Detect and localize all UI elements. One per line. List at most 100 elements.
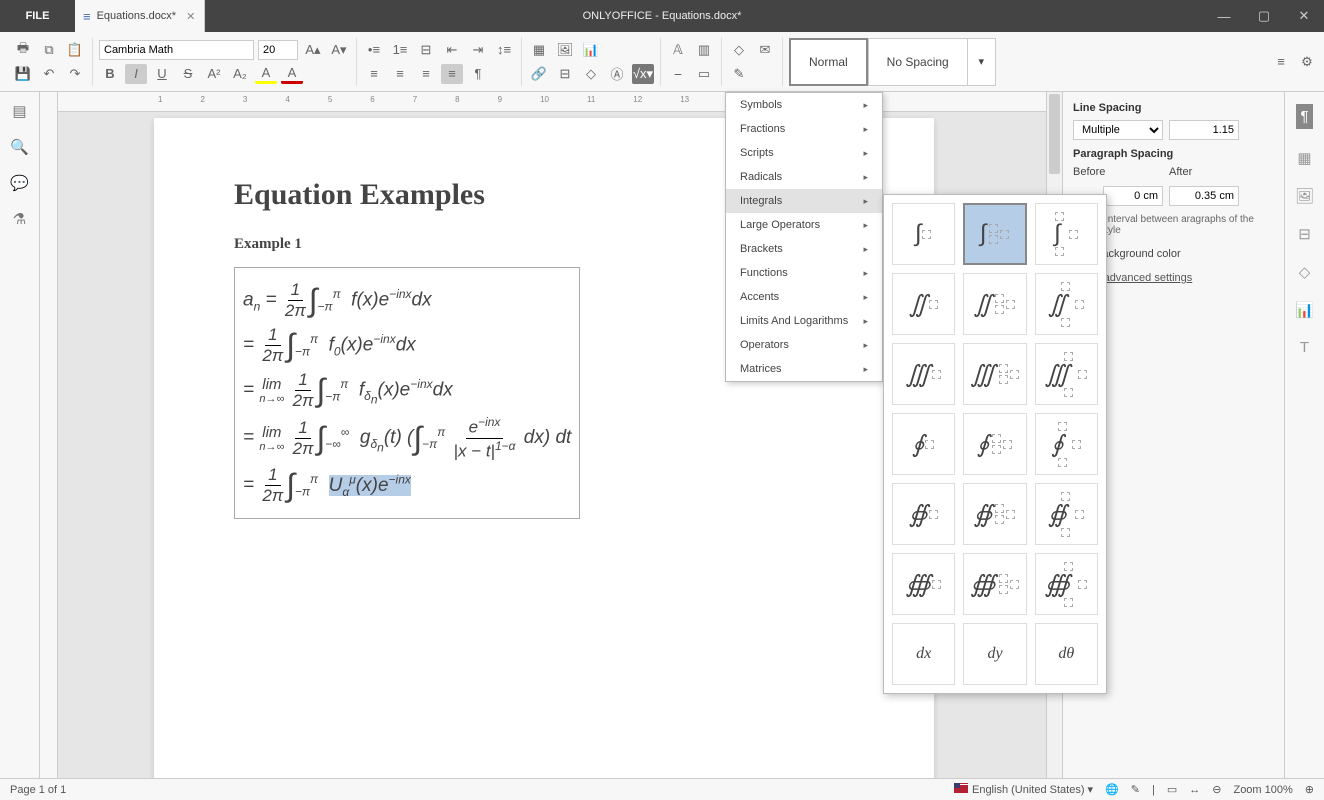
integral-template-15[interactable]: ∰: [892, 553, 955, 615]
print-icon[interactable]: 🖶: [12, 40, 34, 60]
style-normal[interactable]: Normal: [789, 38, 868, 86]
font-name-input[interactable]: [99, 40, 254, 60]
decrease-font-icon[interactable]: A▾: [328, 40, 350, 60]
search-icon[interactable]: 🔍: [10, 138, 29, 156]
italic-button[interactable]: I: [125, 64, 147, 84]
header-tab-icon[interactable]: ⊟: [1298, 225, 1311, 243]
equation-menu-brackets[interactable]: Brackets▸: [726, 237, 882, 261]
align-left-icon[interactable]: ≡: [363, 64, 385, 84]
insert-header-icon[interactable]: ⊟: [554, 64, 576, 84]
increase-font-icon[interactable]: A▴: [302, 40, 324, 60]
copy-style-icon[interactable]: ✎: [728, 64, 750, 84]
mailmerge-icon[interactable]: ✉: [754, 40, 776, 60]
before-value[interactable]: [1103, 186, 1163, 206]
comments-icon[interactable]: 💬: [10, 174, 29, 192]
integral-template-13[interactable]: ∯: [963, 483, 1026, 545]
integral-template-7[interactable]: ∭: [963, 343, 1026, 405]
insert-chart-icon[interactable]: 📊: [580, 40, 602, 60]
line-spacing-value[interactable]: [1169, 120, 1239, 140]
sections-icon[interactable]: ▭: [693, 64, 715, 84]
view-settings-icon[interactable]: ≡: [1270, 52, 1292, 72]
integral-template-3[interactable]: ∬: [892, 273, 955, 335]
equation-box[interactable]: an = 12π∫−ππ f(x)e−inxdx = 12π∫−ππ f0(x)…: [234, 267, 580, 519]
equation-menu-radicals[interactable]: Radicals▸: [726, 165, 882, 189]
maximize-button[interactable]: ▢: [1244, 0, 1284, 32]
page-break-icon[interactable]: ⎯: [667, 64, 689, 84]
thumbnails-icon[interactable]: ▤: [12, 102, 26, 120]
equation-menu-accents[interactable]: Accents▸: [726, 285, 882, 309]
integral-template-9[interactable]: ∮: [892, 413, 955, 475]
justify-icon[interactable]: ≡: [441, 64, 463, 84]
multilevel-icon[interactable]: ⊟: [415, 40, 437, 60]
equation-menu-fractions[interactable]: Fractions▸: [726, 117, 882, 141]
integral-template-0[interactable]: ∫: [892, 203, 955, 265]
insert-shape-icon[interactable]: ◇: [580, 64, 602, 84]
align-center-icon[interactable]: ≡: [389, 64, 411, 84]
shape-tab-icon[interactable]: ◇: [1299, 263, 1311, 281]
integral-template-11[interactable]: ∮: [1035, 413, 1098, 475]
dropcap-icon[interactable]: 𝔸: [667, 40, 689, 60]
integral-template-12[interactable]: ∯: [892, 483, 955, 545]
insert-table-icon[interactable]: ▦: [528, 40, 550, 60]
equation-menu-large-operators[interactable]: Large Operators▸: [726, 213, 882, 237]
fit-width-icon[interactable]: ↔: [1189, 784, 1200, 796]
line-spacing-mode[interactable]: Multiple: [1073, 120, 1163, 140]
integral-template-1[interactable]: ∫: [963, 203, 1026, 265]
integral-template-8[interactable]: ∭: [1035, 343, 1098, 405]
integral-template-16[interactable]: ∰: [963, 553, 1026, 615]
increase-indent-icon[interactable]: ⇥: [467, 40, 489, 60]
integral-template-10[interactable]: ∮: [963, 413, 1026, 475]
bullets-icon[interactable]: •≡: [363, 40, 385, 60]
paste-icon[interactable]: 📋: [64, 40, 86, 60]
highlight-icon[interactable]: A: [255, 64, 277, 84]
after-value[interactable]: [1169, 186, 1239, 206]
integral-template-2[interactable]: ∫: [1035, 203, 1098, 265]
insert-textart-icon[interactable]: Ⓐ: [606, 64, 628, 84]
bold-button[interactable]: B: [99, 64, 121, 84]
font-color-icon[interactable]: A: [281, 64, 303, 84]
equation-menu-integrals[interactable]: Integrals▸: [726, 189, 882, 213]
textart-tab-icon[interactable]: T: [1300, 339, 1309, 356]
paragraph-mark-icon[interactable]: ¶: [467, 64, 489, 84]
save-icon[interactable]: 💾: [12, 64, 34, 84]
decrease-indent-icon[interactable]: ⇤: [441, 40, 463, 60]
equation-menu-limits-and-logarithms[interactable]: Limits And Logarithms▸: [726, 309, 882, 333]
align-right-icon[interactable]: ≡: [415, 64, 437, 84]
integral-template-14[interactable]: ∯: [1035, 483, 1098, 545]
numbering-icon[interactable]: 1≡: [389, 40, 411, 60]
strike-button[interactable]: S: [177, 64, 199, 84]
integral-diff-dy[interactable]: dy: [963, 623, 1026, 685]
image-tab-icon[interactable]: 🖼: [1295, 187, 1314, 205]
minimize-button[interactable]: —: [1204, 0, 1244, 32]
paragraph-tab-icon[interactable]: ¶: [1296, 104, 1312, 129]
equation-menu-scripts[interactable]: Scripts▸: [726, 141, 882, 165]
style-dropdown[interactable]: ▾: [968, 38, 996, 86]
close-window-button[interactable]: ✕: [1284, 0, 1324, 32]
line-spacing-icon[interactable]: ↕≡: [493, 40, 515, 60]
equation-menu-matrices[interactable]: Matrices▸: [726, 357, 882, 381]
columns-icon[interactable]: ▥: [693, 40, 715, 60]
style-no-spacing[interactable]: No Spacing: [868, 38, 968, 86]
underline-button[interactable]: U: [151, 64, 173, 84]
file-tab[interactable]: FILE: [0, 0, 75, 32]
zoom-out-button[interactable]: ⊖: [1212, 783, 1221, 796]
equation-menu-operators[interactable]: Operators▸: [726, 333, 882, 357]
copy-icon[interactable]: ⧉: [38, 40, 60, 60]
integral-template-4[interactable]: ∬: [963, 273, 1026, 335]
equation-menu-functions[interactable]: Functions▸: [726, 261, 882, 285]
integral-diff-dx[interactable]: dx: [892, 623, 955, 685]
plugins-icon[interactable]: ⚗: [13, 210, 26, 228]
track-changes-icon[interactable]: ✎: [1131, 783, 1140, 796]
equation-menu-symbols[interactable]: Symbols▸: [726, 93, 882, 117]
spellcheck-icon[interactable]: 🌐: [1105, 783, 1119, 796]
table-tab-icon[interactable]: ▦: [1297, 149, 1311, 167]
superscript-button[interactable]: A²: [203, 64, 225, 84]
integral-template-17[interactable]: ∰: [1035, 553, 1098, 615]
chart-tab-icon[interactable]: 📊: [1295, 301, 1314, 319]
insert-link-icon[interactable]: 🔗: [528, 64, 550, 84]
integral-diff-dθ[interactable]: dθ: [1035, 623, 1098, 685]
subscript-button[interactable]: A₂: [229, 64, 251, 84]
language-selector[interactable]: English (United States) ▾: [954, 783, 1093, 796]
redo-icon[interactable]: ↷: [64, 64, 86, 84]
close-tab-icon[interactable]: ✕: [186, 10, 195, 23]
